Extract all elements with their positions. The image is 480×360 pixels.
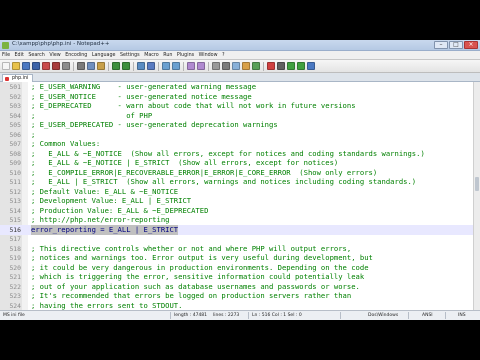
title-bar: C:\xampp\php\php.ini - Notepad++ – □ × bbox=[0, 40, 480, 51]
undo-icon[interactable] bbox=[112, 62, 120, 70]
line-number: 524 bbox=[9, 301, 21, 310]
run-macro-icon[interactable] bbox=[297, 62, 305, 70]
menu-window[interactable]: Window bbox=[199, 53, 218, 58]
menu-encoding[interactable]: Encoding bbox=[65, 53, 87, 58]
find-icon[interactable] bbox=[137, 62, 145, 70]
status-bar: MS ini file length : 47481 lines : 2273 … bbox=[0, 310, 480, 320]
redo-icon[interactable] bbox=[122, 62, 130, 70]
tab-label: php.ini bbox=[12, 76, 29, 81]
menu-plugins[interactable]: Plugins bbox=[177, 53, 194, 58]
save-all-icon[interactable] bbox=[32, 62, 40, 70]
copy-icon[interactable] bbox=[87, 62, 95, 70]
menu-file[interactable]: File bbox=[2, 53, 10, 58]
doc-map-icon[interactable] bbox=[252, 62, 260, 70]
status-lines: lines : 2273 bbox=[213, 312, 240, 318]
notepad-plus-plus-window: C:\xampp\php\php.ini - Notepad++ – □ × F… bbox=[0, 40, 480, 320]
toolbar-separator bbox=[158, 61, 159, 71]
toolbar-separator bbox=[133, 61, 134, 71]
close-all-icon[interactable] bbox=[52, 62, 60, 70]
menu-settings[interactable]: Settings bbox=[120, 53, 140, 58]
toolbar-separator bbox=[263, 61, 264, 71]
save-macro-icon[interactable] bbox=[307, 62, 315, 70]
close-icon[interactable] bbox=[42, 62, 50, 70]
menu-edit[interactable]: Edit bbox=[15, 53, 24, 58]
stop-macro-icon[interactable] bbox=[277, 62, 285, 70]
line-text: ; having the errors sent to STDOUT. bbox=[31, 300, 183, 310]
menu-view[interactable]: View bbox=[49, 53, 60, 58]
play-macro-icon[interactable] bbox=[287, 62, 295, 70]
minimize-button[interactable]: – bbox=[434, 41, 448, 49]
vertical-scrollbar[interactable] bbox=[473, 82, 480, 310]
maximize-button[interactable]: □ bbox=[449, 41, 463, 49]
status-file-type: MS ini file bbox=[3, 312, 25, 318]
toolbar-separator bbox=[208, 61, 209, 71]
unsaved-file-icon bbox=[5, 76, 9, 81]
zoom-in-icon[interactable] bbox=[162, 62, 170, 70]
toolbar-separator bbox=[108, 61, 109, 71]
menu-help[interactable]: ? bbox=[222, 53, 225, 58]
record-macro-icon[interactable] bbox=[267, 62, 275, 70]
new-file-icon[interactable] bbox=[2, 62, 10, 70]
status-insert-mode: INS bbox=[458, 312, 466, 318]
word-wrap-icon[interactable] bbox=[212, 62, 220, 70]
sync-h-icon[interactable] bbox=[197, 62, 205, 70]
menu-search[interactable]: Search bbox=[28, 53, 44, 58]
toolbar-separator bbox=[73, 61, 74, 71]
app-icon bbox=[2, 42, 9, 49]
menu-language[interactable]: Language bbox=[92, 53, 116, 58]
save-icon[interactable] bbox=[22, 62, 30, 70]
menu-bar: File Edit Search View Encoding Language … bbox=[0, 51, 480, 60]
status-length: length : 47481 bbox=[174, 312, 208, 318]
replace-icon[interactable] bbox=[147, 62, 155, 70]
user-lang-icon[interactable] bbox=[242, 62, 250, 70]
window-title: C:\xampp\php\php.ini - Notepad++ bbox=[12, 41, 110, 47]
close-window-button[interactable]: × bbox=[464, 41, 478, 49]
text-editor[interactable]: 501; E_USER_WARNING - user-generated war… bbox=[0, 82, 480, 310]
toolbar-separator bbox=[183, 61, 184, 71]
show-all-chars-icon[interactable] bbox=[222, 62, 230, 70]
status-encoding: ANSI bbox=[422, 312, 433, 318]
cut-icon[interactable] bbox=[77, 62, 85, 70]
menu-run[interactable]: Run bbox=[163, 53, 172, 58]
scrollbar-thumb[interactable] bbox=[475, 177, 479, 191]
paste-icon[interactable] bbox=[97, 62, 105, 70]
zoom-out-icon[interactable] bbox=[172, 62, 180, 70]
open-file-icon[interactable] bbox=[12, 62, 20, 70]
tab-bar: php.ini bbox=[0, 73, 480, 82]
toolbar bbox=[0, 60, 480, 73]
status-eol: Dos\Windows bbox=[368, 312, 399, 318]
code-line[interactable]: 524 ; having the errors sent to STDOUT. bbox=[0, 301, 480, 311]
print-icon[interactable] bbox=[62, 62, 70, 70]
sync-v-icon[interactable] bbox=[187, 62, 195, 70]
indent-guide-icon[interactable] bbox=[232, 62, 240, 70]
tab-php-ini[interactable]: php.ini bbox=[2, 74, 34, 82]
status-position: Ln : 516 Col : 1 Sel : 0 bbox=[252, 312, 302, 318]
menu-macro[interactable]: Macro bbox=[144, 53, 159, 58]
